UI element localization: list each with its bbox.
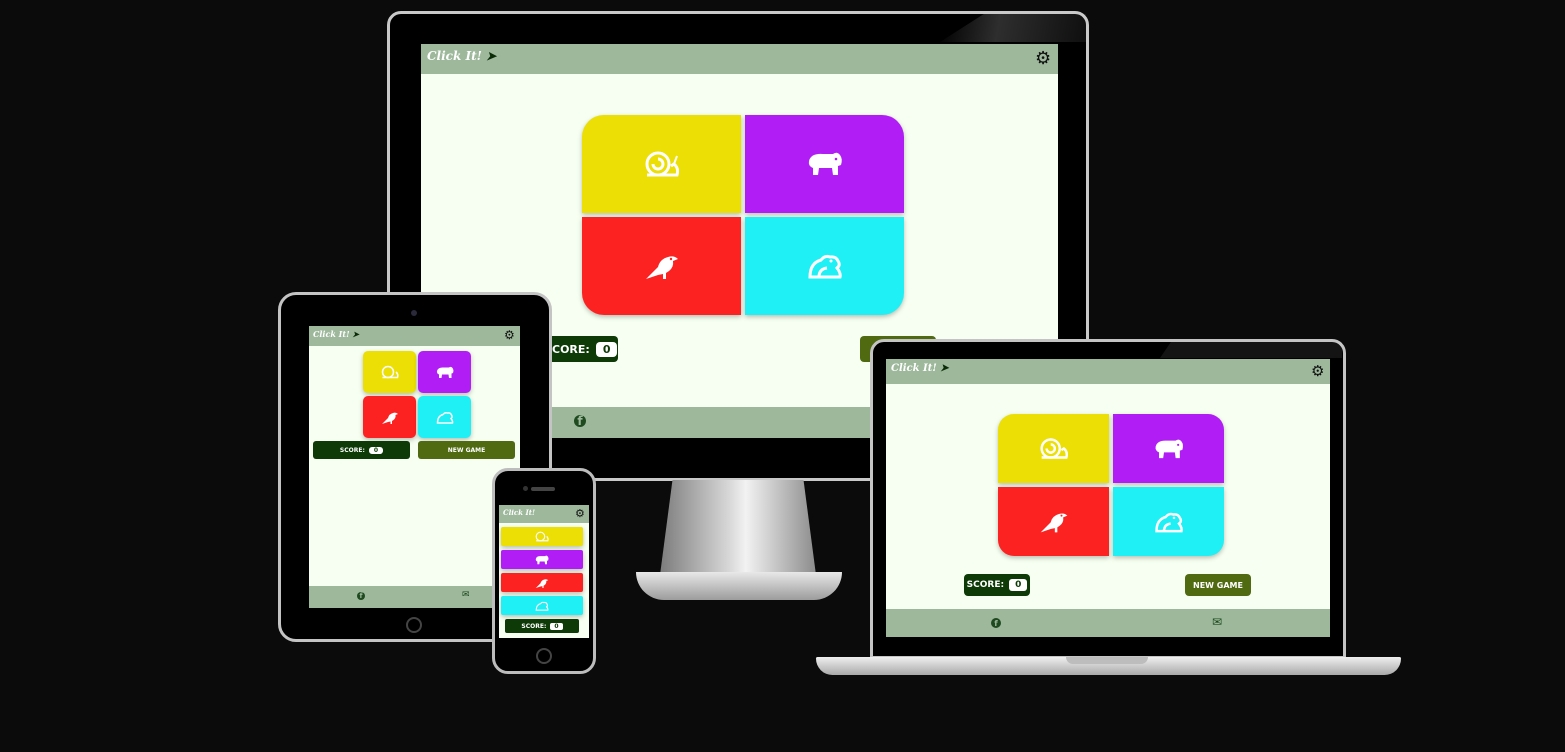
app-header: Click It! ➤ ⚙ <box>421 44 1058 74</box>
settings-gear-icon[interactable]: ⚙ <box>1311 362 1324 380</box>
tile-frog[interactable] <box>1113 487 1224 556</box>
hippo-icon <box>535 555 549 564</box>
score-value: 0 <box>595 341 618 357</box>
score-value: 0 <box>368 446 384 454</box>
app-logo[interactable]: Click It! ➤ <box>427 49 496 63</box>
crow-icon <box>381 412 398 424</box>
tile-crow[interactable] <box>363 396 416 438</box>
score-value: 0 <box>1009 579 1028 591</box>
crow-icon <box>645 256 678 279</box>
settings-gear-icon[interactable]: ⚙ <box>504 328 515 342</box>
score-value: 0 <box>550 622 563 630</box>
settings-gear-icon[interactable]: ⚙ <box>575 507 585 520</box>
settings-gear-icon[interactable]: ⚙ <box>1035 48 1051 69</box>
facebook-icon[interactable]: f <box>574 415 586 428</box>
tile-hippo[interactable] <box>745 115 904 213</box>
app-logo[interactable]: Click It! <box>503 508 535 517</box>
cursor-icon: ➤ <box>352 329 360 339</box>
envelope-icon[interactable]: ✉ <box>1212 615 1222 629</box>
facebook-icon[interactable]: f <box>991 618 1001 628</box>
tile-crow[interactable] <box>998 487 1109 556</box>
tablet-home-button <box>406 617 422 633</box>
envelope-icon[interactable]: ✉ <box>462 590 470 600</box>
tile-frog[interactable] <box>418 396 471 438</box>
tablet-camera <box>411 310 417 316</box>
tile-snail[interactable] <box>582 115 741 213</box>
tile-frog[interactable] <box>745 217 904 315</box>
snail-icon <box>1039 438 1068 459</box>
app-footer: f ✉ <box>886 609 1330 637</box>
app-header: Click It! ➤ ⚙ <box>309 326 520 346</box>
app-footer: f ✉ <box>309 586 520 608</box>
hippo-icon <box>1155 439 1183 458</box>
frog-icon <box>436 411 453 424</box>
cursor-icon: ➤ <box>940 363 949 374</box>
frog-icon <box>535 601 549 611</box>
monitor-stand-base <box>636 572 842 600</box>
new-game-button[interactable]: NEW GAME <box>418 441 515 459</box>
tile-hippo[interactable] <box>501 550 583 569</box>
crow-icon <box>535 578 549 588</box>
phone-camera <box>523 486 528 491</box>
snail-icon <box>535 531 549 542</box>
frog-icon <box>1154 512 1183 532</box>
phone-speaker <box>531 487 555 491</box>
app-header: Click It! ➤ ⚙ <box>886 359 1330 384</box>
score-display: SCORE: 0 <box>505 619 579 633</box>
tile-hippo[interactable] <box>1113 414 1224 483</box>
laptop-notch <box>1066 657 1148 664</box>
frog-icon <box>807 254 842 279</box>
cursor-icon: ➤ <box>486 49 497 63</box>
snail-icon <box>381 365 399 379</box>
monitor-stand-neck <box>660 480 816 575</box>
phone-screen: Click It! ⚙ SCORE: 0 <box>499 505 589 638</box>
tile-snail[interactable] <box>501 527 583 546</box>
new-game-button[interactable]: NEW GAME <box>1185 574 1251 596</box>
phone-home-button <box>536 648 552 664</box>
score-display: SCORE: 0 <box>964 574 1030 596</box>
app-header: Click It! ⚙ <box>499 505 589 523</box>
tile-hippo[interactable] <box>418 351 471 393</box>
facebook-icon[interactable]: f <box>357 592 365 600</box>
tile-snail[interactable] <box>998 414 1109 483</box>
tile-frog[interactable] <box>501 596 583 615</box>
laptop-screen: Click It! ➤ ⚙ SCORE: 0 NEW GAME f ✉ <box>886 359 1330 637</box>
app-logo[interactable]: Click It! ➤ <box>891 363 949 374</box>
hippo-icon <box>808 152 842 175</box>
score-display: CORE: 0 <box>547 336 618 362</box>
tablet-screen: Click It! ➤ ⚙ SCORE: 0 NEW GAME f ✉ <box>309 326 520 608</box>
app-logo[interactable]: Click It! ➤ <box>313 329 359 339</box>
hippo-icon <box>436 366 453 378</box>
tile-crow[interactable] <box>582 217 741 315</box>
tile-crow[interactable] <box>501 573 583 592</box>
score-display: SCORE: 0 <box>313 441 410 459</box>
snail-icon <box>645 151 679 177</box>
tile-snail[interactable] <box>363 351 416 393</box>
crow-icon <box>1040 513 1067 533</box>
